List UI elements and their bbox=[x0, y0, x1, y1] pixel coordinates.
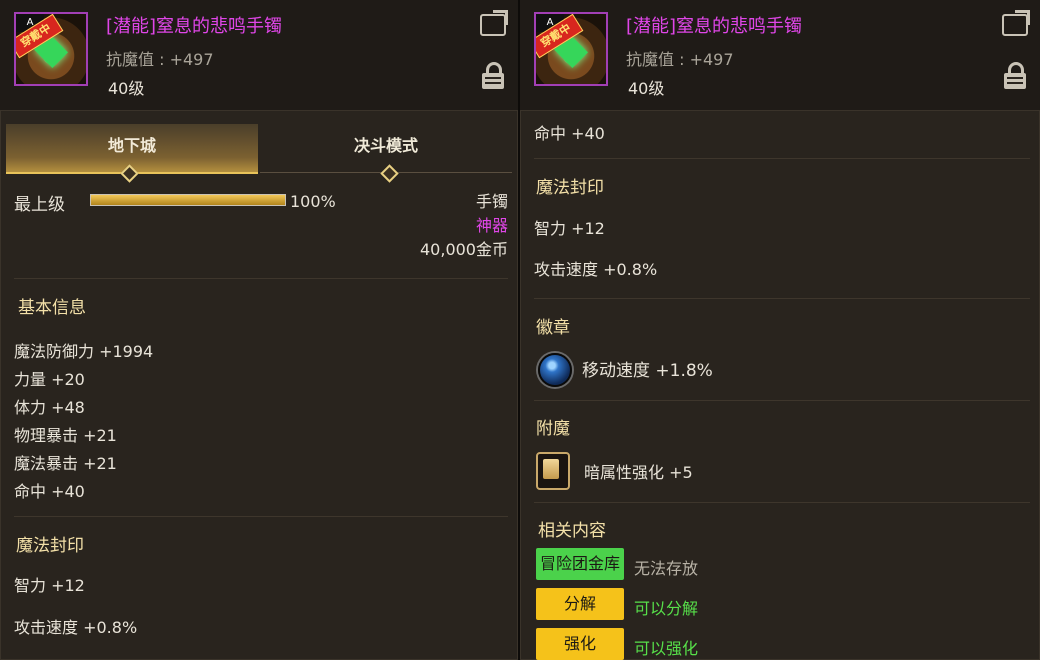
grade-progress-fill bbox=[91, 195, 285, 205]
stat-row: 物理暴击 +21 bbox=[14, 426, 117, 445]
emblem-orb-icon[interactable] bbox=[538, 353, 572, 387]
section-related-title: 相关内容 bbox=[538, 521, 606, 541]
stat-row: 体力 +48 bbox=[14, 398, 85, 417]
share-icon[interactable] bbox=[480, 14, 506, 36]
stat-row: 力量 +20 bbox=[14, 370, 85, 389]
divider bbox=[534, 502, 1030, 503]
item-level: 40级 bbox=[108, 79, 145, 98]
item-price: 40,000金币 bbox=[420, 240, 508, 259]
divider bbox=[14, 278, 508, 279]
tab-duel[interactable]: 决斗模式 bbox=[260, 124, 512, 173]
stat-row: 命中 +40 bbox=[14, 482, 85, 501]
stat-row: 智力 +12 bbox=[534, 219, 605, 238]
stat-row: 智力 +12 bbox=[14, 576, 85, 595]
divider bbox=[534, 400, 1030, 401]
tag-reinforce[interactable]: 强化 bbox=[536, 628, 624, 660]
lock-icon[interactable] bbox=[1004, 62, 1026, 89]
item-type: 手镯 bbox=[475, 192, 508, 211]
enchant-card-icon[interactable] bbox=[536, 452, 570, 490]
resist-value: 抗魔值 : +497 bbox=[106, 50, 214, 69]
item-title: [潜能]窒息的悲鸣手镯 bbox=[106, 16, 283, 37]
enchant-stat: 暗属性强化 +5 bbox=[584, 463, 693, 482]
divider bbox=[534, 158, 1030, 159]
item-rarity: 神器 bbox=[475, 216, 508, 235]
item-thumbnail[interactable]: A 穿戴中 bbox=[534, 12, 608, 86]
stat-row: 攻击速度 +0.8% bbox=[14, 618, 138, 637]
stat-row: 魔法防御力 +1994 bbox=[14, 342, 154, 361]
item-tooltip-left: A 穿戴中 [潜能]窒息的悲鸣手镯 抗魔值 : +497 40级 地下城 决斗模… bbox=[0, 0, 518, 660]
resist-value: 抗魔值 : +497 bbox=[626, 50, 734, 69]
item-header: A 穿戴中 [潜能]窒息的悲鸣手镯 抗魔值 : +497 40级 bbox=[0, 0, 518, 111]
item-tooltip-right: A 穿戴中 [潜能]窒息的悲鸣手镯 抗魔值 : +497 40级 命中 +40 … bbox=[520, 0, 1040, 660]
grade-label: 最上级 bbox=[14, 195, 65, 215]
stat-row: 攻击速度 +0.8% bbox=[534, 260, 658, 279]
section-seal-title: 魔法封印 bbox=[16, 536, 84, 556]
grade-percent: 100% bbox=[290, 192, 336, 211]
tag-adventure-vault[interactable]: 冒险团金库 bbox=[536, 548, 624, 580]
section-enchant-title: 附魔 bbox=[536, 419, 570, 439]
section-seal-title: 魔法封印 bbox=[536, 178, 604, 198]
section-basic-title: 基本信息 bbox=[18, 298, 86, 318]
stat-row: 魔法暴击 +21 bbox=[14, 454, 117, 473]
status-disassemble: 可以分解 bbox=[634, 599, 699, 618]
grade-progress-bar bbox=[90, 194, 286, 206]
lock-icon[interactable] bbox=[482, 62, 504, 89]
stat-row: 命中 +40 bbox=[534, 124, 605, 143]
item-thumbnail[interactable]: A 穿戴中 bbox=[14, 12, 88, 86]
item-header: A 穿戴中 [潜能]窒息的悲鸣手镯 抗魔值 : +497 40级 bbox=[520, 0, 1040, 111]
item-title: [潜能]窒息的悲鸣手镯 bbox=[626, 16, 803, 37]
status-vault: 无法存放 bbox=[634, 559, 699, 578]
divider bbox=[14, 516, 508, 517]
mode-tabs: 地下城 决斗模式 bbox=[6, 124, 512, 174]
divider bbox=[534, 298, 1030, 299]
status-reinforce: 可以强化 bbox=[634, 639, 699, 658]
section-emblem-title: 徽章 bbox=[536, 318, 570, 338]
emblem-stat: 移动速度 +1.8% bbox=[582, 361, 713, 381]
tag-disassemble[interactable]: 分解 bbox=[536, 588, 624, 620]
item-level: 40级 bbox=[628, 79, 665, 98]
share-icon[interactable] bbox=[1002, 14, 1028, 36]
